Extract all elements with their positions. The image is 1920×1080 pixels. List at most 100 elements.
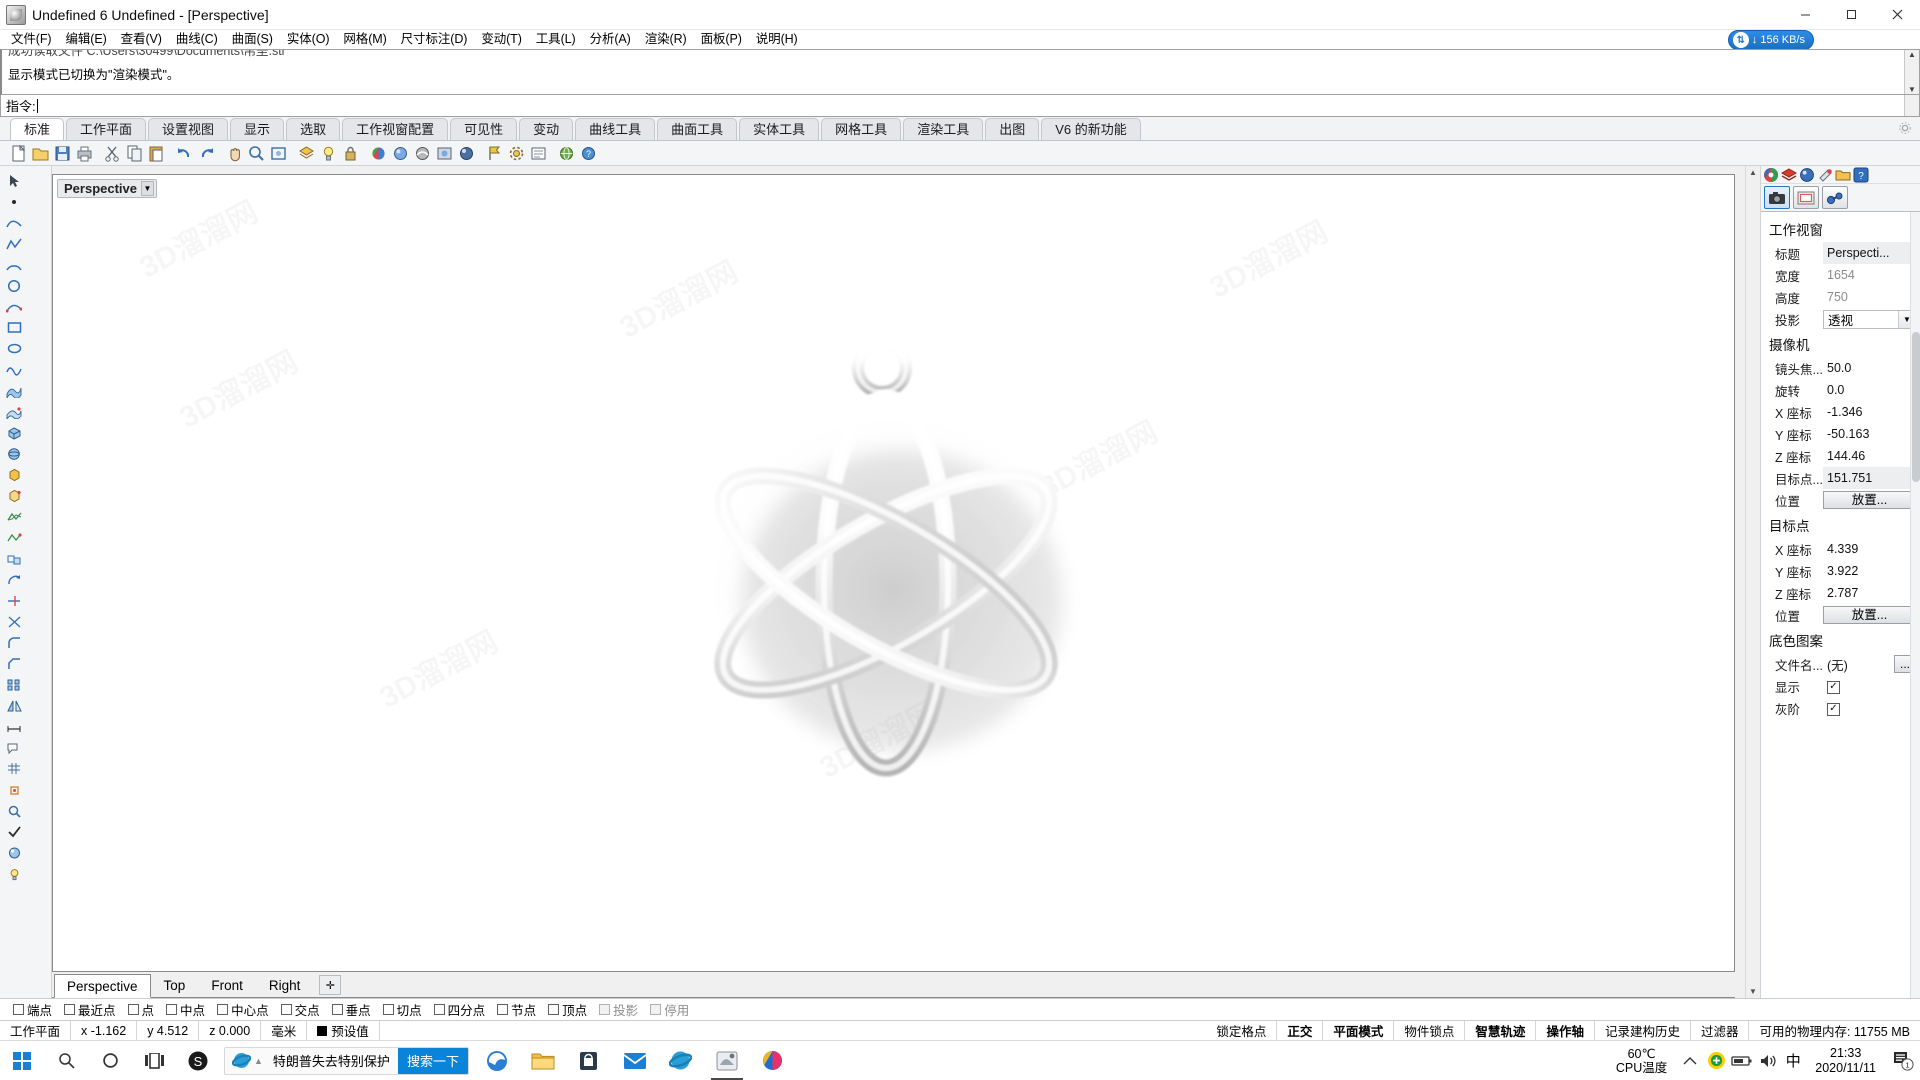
material-sphere-icon[interactable] (1799, 167, 1815, 183)
menu-item-curve[interactable]: 曲线(C) (169, 30, 225, 49)
property-row-projection[interactable]: 投影 透视 ▼ (1761, 308, 1920, 330)
internet-explorer-icon[interactable] (659, 1041, 703, 1080)
checkbox[interactable] (433, 1004, 445, 1015)
osnap-icon[interactable] (2, 779, 26, 800)
wallpaper-grayscale-checkbox[interactable]: ✓ (1827, 702, 1840, 716)
pan-icon[interactable] (224, 143, 245, 164)
tab-standard[interactable]: 标准 (10, 118, 65, 140)
tab-visibility[interactable]: 可见性 (450, 118, 518, 140)
print-icon[interactable] (74, 143, 95, 164)
tab-display[interactable]: 显示 (230, 118, 285, 140)
camera-place-button[interactable]: 放置... (1823, 491, 1916, 509)
menu-item-analyze[interactable]: 分析(A) (583, 30, 638, 49)
status-toggle-gumball[interactable]: 操作轴 (1536, 1021, 1595, 1040)
render-preview-icon[interactable] (434, 143, 455, 164)
menu-item-render[interactable]: 渲染(R) (638, 30, 694, 49)
point-icon[interactable] (2, 191, 26, 212)
analyze-icon[interactable] (2, 800, 26, 821)
undo-icon[interactable] (174, 143, 195, 164)
command-prompt-scrollbar[interactable] (1904, 95, 1919, 116)
tab-transform[interactable]: 变动 (519, 118, 574, 140)
property-row-target-x[interactable]: X 座标 4.339 (1761, 538, 1920, 560)
status-toggle-osnap[interactable]: 物件锁点 (1394, 1021, 1466, 1040)
command-history[interactable]: 成功读取文件 C:\Users\30499\Documents\帛垩.stl 显… (0, 49, 1920, 95)
status-toggle-smarttrack[interactable]: 智慧轨迹 (1465, 1021, 1537, 1040)
arc-icon[interactable] (2, 254, 26, 275)
cortana-circle-icon[interactable] (88, 1041, 132, 1080)
checkbox[interactable] (382, 1004, 394, 1015)
osnap-nearest[interactable]: 最近点 (59, 1000, 121, 1019)
viewport-tab-front[interactable]: Front (198, 973, 256, 997)
property-row-camera-z[interactable]: Z 座标 144.46 (1761, 445, 1920, 467)
menu-item-dimension[interactable]: 尺寸标注(D) (394, 30, 475, 49)
layers-stack-icon[interactable] (1781, 167, 1797, 183)
paste-icon[interactable] (146, 143, 167, 164)
property-row-target-y[interactable]: Y 座标 3.922 (1761, 560, 1920, 582)
atom-pendant-3d-model[interactable] (664, 333, 1124, 813)
split-icon[interactable] (2, 611, 26, 632)
menu-item-tools[interactable]: 工具(L) (529, 30, 583, 49)
osnap-knot[interactable]: 节点 (492, 1000, 541, 1019)
status-toggle-planar[interactable]: 平面模式 (1323, 1021, 1395, 1040)
chevron-down-icon[interactable]: ▼ (141, 181, 154, 196)
polyline-icon[interactable] (2, 233, 26, 254)
rectangle-icon[interactable] (2, 317, 26, 338)
command-history-scrollbar[interactable]: ▲ ▼ (1904, 50, 1919, 94)
control-point-curve-icon[interactable] (2, 296, 26, 317)
menu-item-edit[interactable]: 编辑(E) (58, 30, 113, 49)
transform-edit-icon[interactable] (2, 569, 26, 590)
trim-icon[interactable] (2, 590, 26, 611)
open-file-icon[interactable] (30, 143, 51, 164)
menu-item-transform[interactable]: 变动(T) (474, 30, 528, 49)
lightbulb-icon[interactable] (318, 143, 339, 164)
redo-icon[interactable] (196, 143, 217, 164)
tab-set-view[interactable]: 设置视图 (148, 118, 229, 140)
osnap-intersection[interactable]: 交点 (276, 1000, 325, 1019)
lock-icon[interactable] (340, 143, 361, 164)
tab-select[interactable]: 选取 (286, 118, 341, 140)
status-units[interactable]: 毫米 (261, 1021, 308, 1040)
menu-item-panels[interactable]: 面板(P) (694, 30, 749, 49)
property-row-lens-length[interactable]: 镜头焦... 50.0 (1761, 357, 1920, 379)
ime-indicator[interactable]: 中 (1781, 1041, 1805, 1080)
chamfer-icon[interactable] (2, 653, 26, 674)
viewport-tab-perspective[interactable]: Perspective (54, 974, 151, 998)
grid-snap-icon[interactable] (2, 758, 26, 779)
osnap-tangent[interactable]: 切点 (378, 1000, 427, 1019)
menu-item-help[interactable]: 说明(H) (749, 30, 805, 49)
mirror-icon[interactable] (2, 695, 26, 716)
camera-icon[interactable] (1764, 186, 1790, 209)
checkbox[interactable] (548, 1004, 560, 1015)
target-place-button[interactable]: 放置... (1823, 606, 1916, 624)
checkbox[interactable] (217, 1004, 229, 1015)
news-headline[interactable]: 特朗普失去特别保护 (265, 1051, 398, 1070)
news-widget[interactable]: ▲ 特朗普失去特别保护 搜索一下 (224, 1046, 469, 1075)
cpu-temperature[interactable]: 60℃ CPU温度 (1606, 1047, 1677, 1075)
ribbon-settings-gear-icon[interactable] (1898, 121, 1912, 135)
freeform-curve-icon[interactable] (2, 359, 26, 380)
menu-item-file[interactable]: 文件(F) (4, 30, 58, 49)
status-cplane[interactable]: 工作平面 (0, 1021, 72, 1040)
tab-solid-tools[interactable]: 实体工具 (739, 118, 820, 140)
properties-icon[interactable] (528, 143, 549, 164)
checkbox[interactable] (64, 1004, 76, 1015)
windows-start-icon[interactable] (0, 1041, 44, 1080)
osnap-quadrant[interactable]: 四分点 (429, 1000, 491, 1019)
light-icon[interactable] (2, 863, 26, 884)
scroll-up-icon[interactable]: ▲ (1908, 50, 1916, 59)
light-bulb-icon[interactable] (1817, 167, 1833, 183)
tab-whats-new-v6[interactable]: V6 的新功能 (1041, 118, 1141, 140)
property-row-camera-position[interactable]: 位置 放置... (1761, 489, 1920, 511)
menu-item-view[interactable]: 查看(V) (114, 30, 169, 49)
store-icon[interactable] (567, 1041, 611, 1080)
chevron-up-icon[interactable] (1677, 1041, 1703, 1080)
osnap-project[interactable]: 投影 (594, 1000, 643, 1019)
annotate-icon[interactable] (2, 737, 26, 758)
box-icon[interactable] (2, 422, 26, 443)
mail-icon[interactable] (613, 1041, 657, 1080)
checkbox[interactable] (650, 1004, 662, 1015)
layers-icon[interactable] (296, 143, 317, 164)
property-row-target-position[interactable]: 位置 放置... (1761, 604, 1920, 626)
clock[interactable]: 21:33 2020/11/11 (1805, 1046, 1886, 1076)
osnap-point[interactable]: 点 (123, 1000, 160, 1019)
